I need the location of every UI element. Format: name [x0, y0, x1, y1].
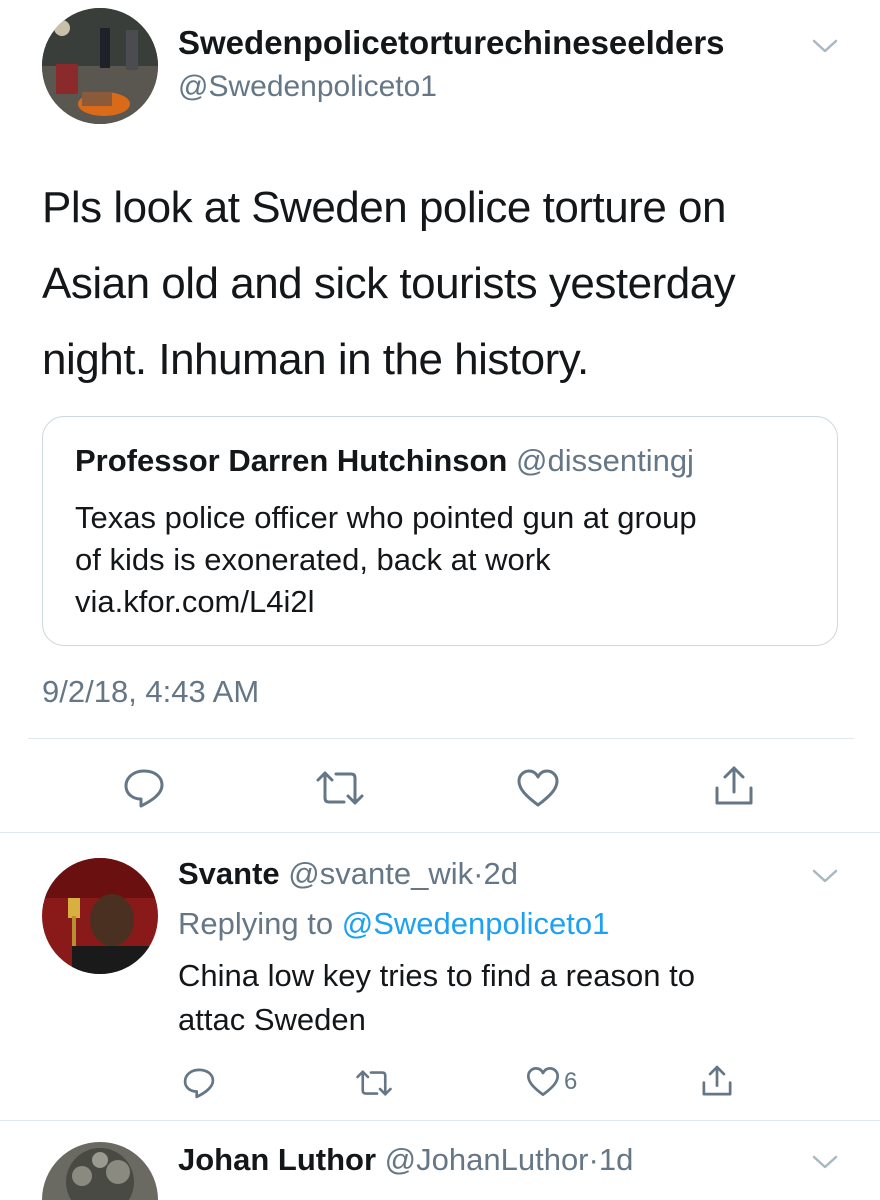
reply-header: Svante @svante_wik·2d [178, 856, 518, 892]
reply-author-handle[interactable]: @JohanLuthor [385, 1142, 589, 1177]
chevron-down-icon[interactable] [810, 1152, 840, 1172]
divider [0, 1120, 880, 1121]
reply-text-line: attac Sweden [178, 1002, 366, 1037]
replying-to-link[interactable]: @Swedenpoliceto1 [342, 906, 610, 941]
chevron-down-icon[interactable] [810, 866, 840, 886]
share-icon[interactable] [712, 764, 756, 808]
reply-age: 2d [483, 856, 518, 891]
retweet-icon[interactable] [354, 1068, 394, 1098]
author-name[interactable]: Swedenpolicetorturechineseelders [178, 24, 725, 62]
tweet-text-line: Asian old and sick tourists yesterday [42, 259, 736, 308]
tweet-timestamp[interactable]: 9/2/18, 4:43 AM [42, 674, 259, 710]
reply-text-line: China low key tries to find a reason to [178, 958, 695, 993]
author-handle[interactable]: @Swedenpoliceto1 [178, 70, 437, 104]
quoted-text-line: via.kfor.com/L4i2l [75, 584, 315, 619]
quoted-author-handle: @dissentingj [516, 443, 694, 478]
like-icon [526, 1066, 560, 1097]
like-count: 6 [564, 1067, 578, 1095]
retweet-icon[interactable] [314, 768, 366, 808]
reply-age: 1d [598, 1142, 634, 1177]
reply-avatar[interactable] [42, 858, 158, 974]
reply-header: Johan Luthor @JohanLuthor·1d [178, 1142, 633, 1178]
reply-author-name[interactable]: Svante [178, 856, 280, 891]
tweet-text: Pls look at Sweden police torture on Asi… [42, 170, 842, 398]
quoted-tweet-author: Professor Darren Hutchinson @dissentingj [75, 443, 694, 479]
reply-avatar[interactable] [42, 1142, 158, 1200]
meta-separator: · [588, 1142, 599, 1177]
reply-icon[interactable] [182, 1066, 216, 1100]
quoted-text-line: Texas police officer who pointed gun at … [75, 500, 697, 535]
tweet-text-line: Pls look at Sweden police torture on [42, 183, 726, 232]
author-avatar[interactable] [42, 8, 158, 124]
meta-separator: · [473, 856, 484, 891]
like-button[interactable]: 6 [526, 1066, 577, 1097]
reply-text: China low key tries to find a reason to … [178, 954, 818, 1042]
reply-icon[interactable] [122, 766, 166, 810]
quoted-tweet[interactable]: Professor Darren Hutchinson @dissentingj… [42, 416, 838, 646]
reply-author-name[interactable]: Johan Luthor [178, 1142, 376, 1177]
tweet-text-line: night. Inhuman in the history. [42, 335, 589, 384]
quoted-author-name: Professor Darren Hutchinson [75, 443, 508, 478]
divider [0, 832, 880, 833]
chevron-down-icon[interactable] [810, 36, 840, 56]
quoted-tweet-text: Texas police officer who pointed gun at … [75, 497, 815, 623]
quoted-text-line: of kids is exonerated, back at work [75, 542, 551, 577]
replying-to: Replying to @Swedenpoliceto1 [178, 906, 609, 942]
replying-prefix: Replying to [178, 906, 334, 941]
like-icon[interactable] [516, 768, 560, 808]
divider [28, 738, 854, 739]
share-icon[interactable] [700, 1064, 734, 1098]
reply-author-handle[interactable]: @svante_wik [288, 856, 473, 891]
